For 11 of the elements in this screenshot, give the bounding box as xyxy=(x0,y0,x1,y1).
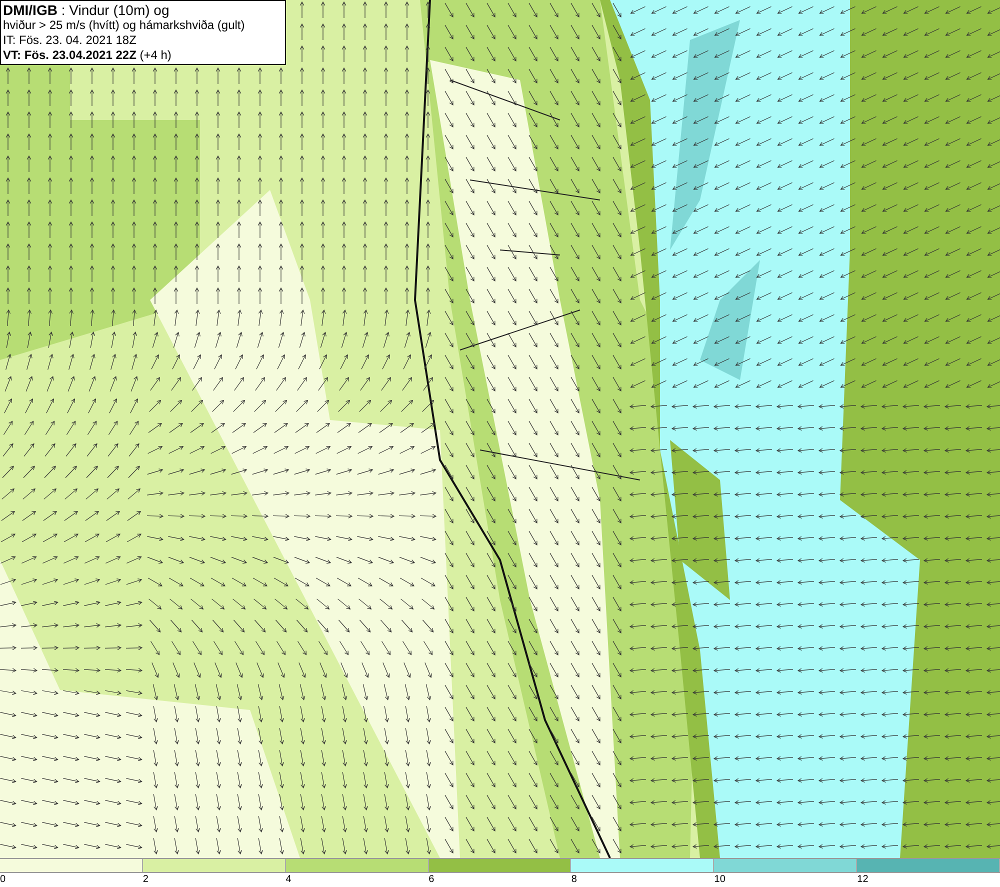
legend-label: 4 xyxy=(286,873,292,887)
legend-label: 8 xyxy=(571,873,577,887)
legend-label: 6 xyxy=(428,873,434,887)
info-text: hviður > 25 m/s (hvítt) og hámarkshviða (gult) xyxy=(3,18,246,33)
info-text: IT: Fös. 23. 04. 2021 18Z xyxy=(3,33,138,48)
info-text: DMI/IGB : Vindur (10m) og xyxy=(3,2,170,18)
info-text: VT: Fös. 23.04.2021 22Z (+4 h) xyxy=(3,48,172,63)
legend-label: 0 xyxy=(0,873,6,887)
legend-label: 12 xyxy=(857,873,868,887)
legend-label: 2 xyxy=(142,873,148,887)
legend-label: 10 xyxy=(714,873,726,887)
